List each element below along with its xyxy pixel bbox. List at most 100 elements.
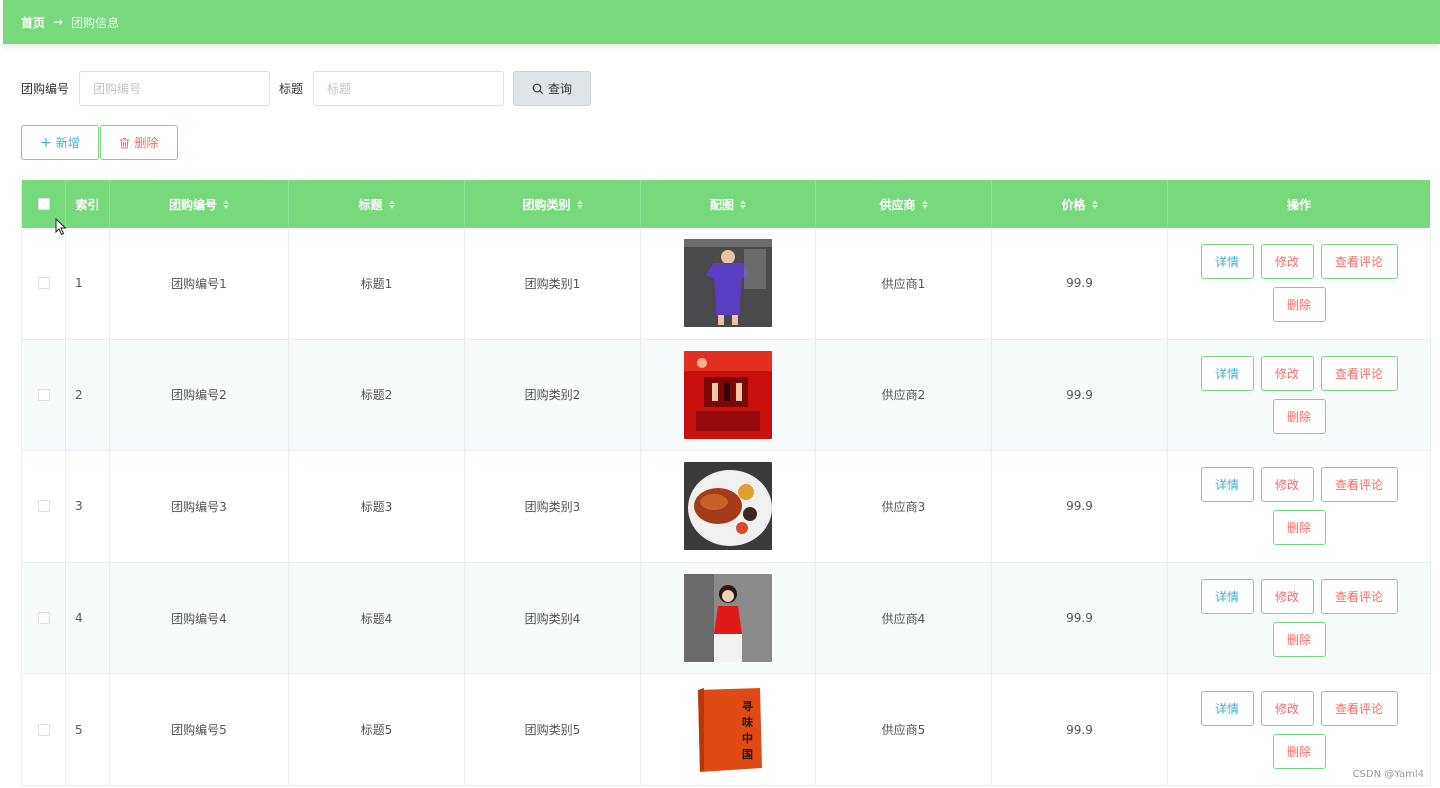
- row-checkbox[interactable]: [37, 500, 50, 513]
- view-reviews-button[interactable]: 查看评论: [1320, 690, 1398, 726]
- header-code[interactable]: 团购编号: [110, 180, 289, 228]
- cell-code: 团购编号5: [110, 674, 289, 785]
- watermark: CSDN @Yaml4: [1352, 769, 1424, 780]
- query-button-label: 查询: [548, 82, 573, 96]
- row-delete-button[interactable]: 删除: [1272, 622, 1326, 658]
- query-button[interactable]: 查询: [513, 71, 592, 106]
- row-checkbox[interactable]: [37, 388, 50, 401]
- view-reviews-button[interactable]: 查看评论: [1320, 355, 1398, 391]
- row-select-cell[interactable]: [22, 339, 66, 451]
- header-supplier[interactable]: 供应商: [816, 180, 992, 228]
- purple-outfit-photo[interactable]: [684, 239, 772, 328]
- cell-title: 标题5: [289, 674, 465, 785]
- cell-image: [641, 339, 816, 451]
- view-reviews-button[interactable]: 查看评论: [1320, 579, 1398, 615]
- cell-actions: 详情 修改 查看评论删除: [1168, 451, 1431, 562]
- row-delete-button[interactable]: 删除: [1272, 510, 1326, 546]
- cell-supplier: 供应商3: [816, 451, 992, 562]
- code-search-input[interactable]: [79, 71, 271, 106]
- cell-title: 标题3: [289, 451, 465, 562]
- edit-button[interactable]: 修改: [1260, 579, 1314, 615]
- title-search-input[interactable]: [313, 71, 505, 106]
- row-select-cell[interactable]: [22, 562, 66, 674]
- row-select-cell[interactable]: [22, 228, 66, 339]
- cell-code: 团购编号1: [110, 228, 289, 339]
- sort-icon[interactable]: [921, 199, 928, 209]
- row-checkbox[interactable]: [37, 277, 50, 290]
- header-image[interactable]: 配图: [641, 180, 816, 228]
- edit-button[interactable]: 修改: [1260, 355, 1314, 391]
- edit-button[interactable]: 修改: [1260, 244, 1314, 280]
- toolbar: + 新增 删除: [21, 125, 178, 160]
- cell-index: 2: [66, 339, 110, 451]
- header-category[interactable]: 团购类别: [465, 180, 641, 228]
- view-reviews-button[interactable]: 查看评论: [1320, 244, 1398, 280]
- cell-code: 团购编号2: [110, 339, 289, 451]
- header-code-label: 团购编号: [168, 197, 217, 212]
- mouse-cursor-icon: [55, 218, 67, 236]
- row-delete-button[interactable]: 删除: [1272, 398, 1326, 434]
- row-delete-button[interactable]: 删除: [1272, 287, 1326, 323]
- detail-button[interactable]: 详情: [1200, 244, 1254, 280]
- edit-button[interactable]: 修改: [1260, 690, 1314, 726]
- delete-button-label: 删除: [134, 136, 159, 150]
- header-actions-label: 操作: [1286, 197, 1311, 212]
- detail-button[interactable]: 详情: [1200, 355, 1254, 391]
- sort-icon[interactable]: [388, 199, 395, 209]
- header-title[interactable]: 标题: [289, 180, 465, 228]
- header-title-label: 标题: [358, 197, 383, 212]
- svg-text:中: 中: [742, 731, 753, 745]
- cell-category: 团购类别4: [465, 562, 641, 674]
- table-header: 索引 团购编号 标题 团购类别 配图 供应商 价格 操作: [22, 180, 1431, 228]
- food-plate-photo[interactable]: [684, 462, 772, 551]
- svg-text:国: 国: [742, 748, 753, 761]
- select-all-checkbox[interactable]: [37, 198, 50, 210]
- group-buy-table: 索引 团购编号 标题 团购类别 配图 供应商 价格 操作 1 团购编号1 标题1 团购…: [21, 180, 1431, 786]
- breadcrumb-separator: →: [53, 15, 64, 29]
- orange-book-photo[interactable]: 寻味中国: [684, 685, 772, 774]
- cell-index: 5: [66, 674, 110, 785]
- cell-category: 团购类别5: [465, 674, 641, 785]
- cell-supplier: 供应商2: [816, 339, 992, 451]
- table-row: 2 团购编号2 标题2 团购类别2 供应商2 99.9 详情 修改 查看评论 删除: [22, 339, 1431, 452]
- sort-icon[interactable]: [1091, 199, 1098, 209]
- cell-price: 99.9: [992, 339, 1168, 451]
- row-checkbox[interactable]: [37, 723, 50, 736]
- table-row: 3 团购编号3 标题3 团购类别3 供应商3 99.9 详情 修改 查看评论 删除: [22, 451, 1431, 563]
- search-bar: 团购编号 标题 查询: [21, 71, 592, 106]
- header-image-label: 配图: [709, 197, 734, 212]
- cell-image: [641, 451, 816, 562]
- delete-button[interactable]: 删除: [100, 125, 178, 160]
- cell-image: [641, 562, 816, 674]
- detail-button[interactable]: 详情: [1200, 579, 1254, 615]
- edit-button[interactable]: 修改: [1260, 467, 1314, 503]
- detail-button[interactable]: 详情: [1200, 690, 1254, 726]
- row-select-cell[interactable]: [22, 451, 66, 562]
- cell-category: 团购类别1: [465, 228, 641, 339]
- add-button-label: 新增: [55, 136, 80, 150]
- cell-title: 标题2: [289, 339, 465, 451]
- breadcrumb-home[interactable]: 首页: [21, 14, 45, 31]
- title-search-label: 标题: [279, 82, 304, 96]
- trash-icon: [120, 137, 130, 148]
- cell-category: 团购类别3: [465, 451, 641, 562]
- cell-supplier: 供应商5: [816, 674, 992, 785]
- cell-price: 99.9: [992, 674, 1168, 785]
- view-reviews-button[interactable]: 查看评论: [1320, 467, 1398, 503]
- red-interior-photo[interactable]: [684, 350, 772, 439]
- table-body: 1 团购编号1 标题1 团购类别1 供应商1 99.9 详情 修改 查看评论 删除 2 团购编号2 标题…: [22, 228, 1431, 786]
- sort-icon[interactable]: [576, 199, 583, 209]
- breadcrumb-current: 团购信息: [71, 15, 120, 30]
- row-select-cell[interactable]: [22, 674, 66, 785]
- add-button[interactable]: + 新增: [21, 125, 99, 160]
- row-checkbox[interactable]: [37, 612, 50, 625]
- row-delete-button[interactable]: 删除: [1272, 733, 1326, 769]
- sort-icon[interactable]: [223, 199, 229, 209]
- header-price[interactable]: 价格: [992, 180, 1168, 228]
- code-search-label: 团购编号: [21, 82, 70, 96]
- search-icon: [532, 83, 544, 94]
- detail-button[interactable]: 详情: [1200, 467, 1254, 503]
- table-row: 1 团购编号1 标题1 团购类别1 供应商1 99.9 详情 修改 查看评论 删除: [22, 228, 1431, 340]
- sort-icon[interactable]: [740, 199, 746, 209]
- red-dress-photo[interactable]: [684, 574, 772, 663]
